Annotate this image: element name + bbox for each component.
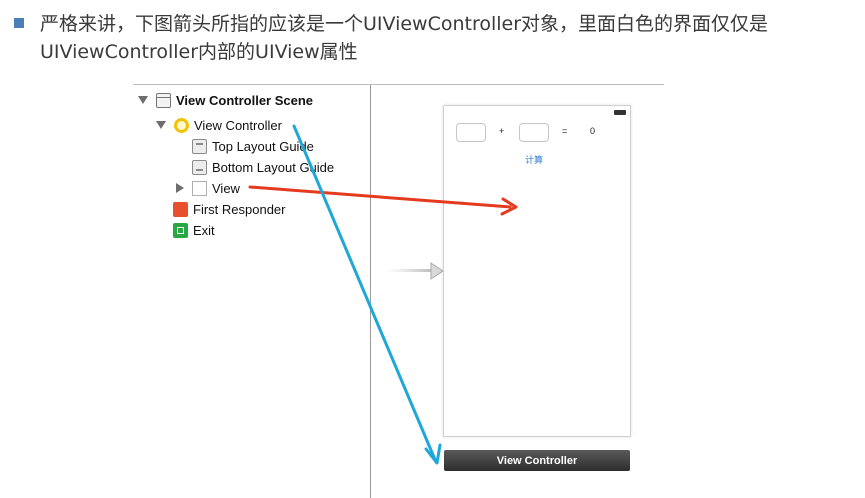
blue-arrow: [292, 124, 442, 465]
annotation-arrows: [248, 124, 518, 465]
red-arrow: [248, 185, 518, 216]
